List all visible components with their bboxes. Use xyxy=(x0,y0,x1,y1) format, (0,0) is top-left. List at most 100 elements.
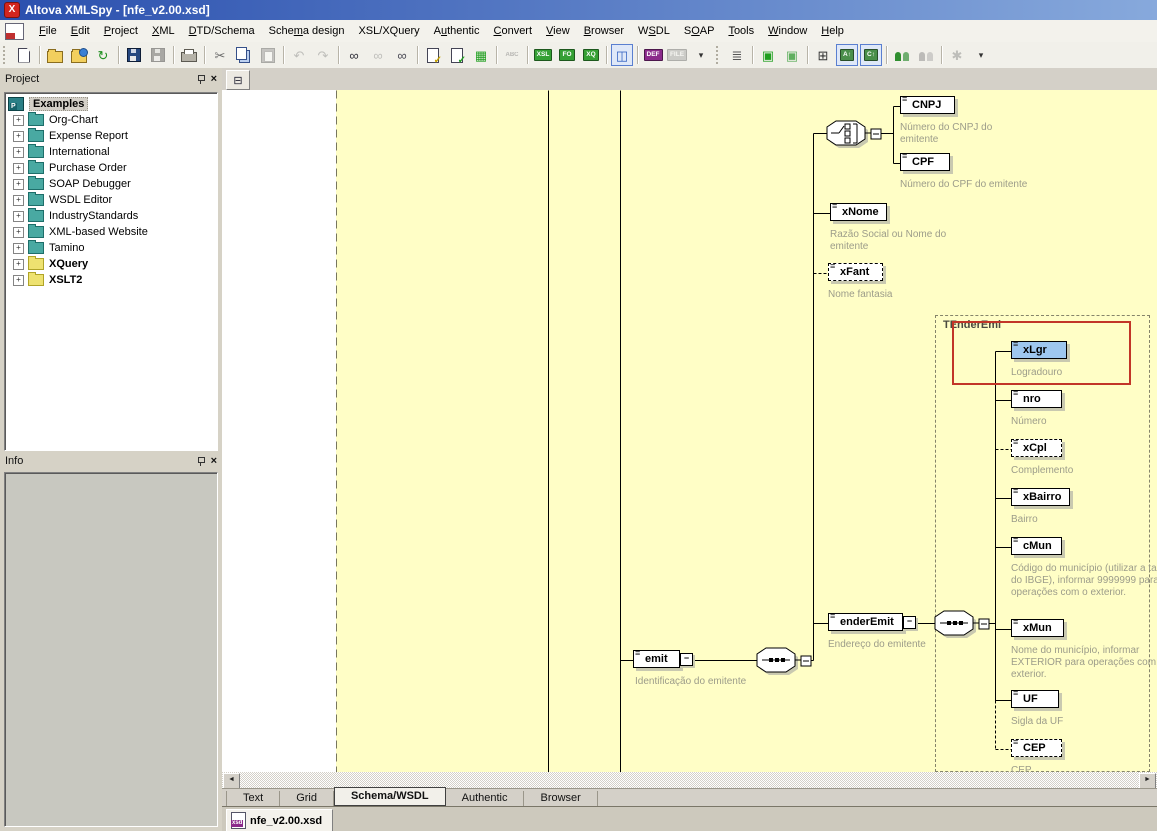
project-item-purchase-order[interactable]: +Purchase Order xyxy=(5,160,217,176)
schema-copy-diagram-button[interactable]: ▣ xyxy=(781,44,803,66)
project-root-examples[interactable]: Examples xyxy=(5,96,217,112)
expand-icon[interactable]: + xyxy=(13,259,24,270)
schema-element-emit[interactable]: emit− xyxy=(633,650,680,668)
project-item-international[interactable]: +International xyxy=(5,144,217,160)
expand-icon[interactable]: + xyxy=(13,211,24,222)
toolbar-overflow2-button[interactable]: ▾ xyxy=(970,44,992,66)
spelling-button[interactable]: ABC xyxy=(501,44,523,66)
menu-item-xml[interactable]: XML xyxy=(145,22,182,40)
collapse-button[interactable]: − xyxy=(903,616,916,629)
fo-transformation-button[interactable]: FO xyxy=(556,44,578,66)
cut-button[interactable]: ✂ xyxy=(209,44,231,66)
project-item-wsdl-editor[interactable]: +WSDL Editor xyxy=(5,192,217,208)
expand-icon[interactable]: + xyxy=(13,147,24,158)
schema-element-cMun[interactable]: cMun xyxy=(1011,537,1062,555)
validate-button[interactable] xyxy=(446,44,468,66)
expand-icon[interactable]: + xyxy=(13,115,24,126)
expand-icon[interactable]: + xyxy=(13,131,24,142)
close-icon[interactable]: × xyxy=(211,457,217,466)
pin-icon[interactable] xyxy=(197,457,206,466)
project-item-industrystandards[interactable]: +IndustryStandards xyxy=(5,208,217,224)
open-url-button[interactable] xyxy=(68,44,90,66)
menu-item-edit[interactable]: Edit xyxy=(64,22,97,40)
schema-element-CPF[interactable]: CPF xyxy=(900,153,950,171)
expand-icon[interactable]: + xyxy=(13,227,24,238)
find-next-button[interactable]: ∞ xyxy=(367,44,389,66)
expand-icon[interactable]: + xyxy=(13,179,24,190)
check-wellformed-button[interactable] xyxy=(422,44,444,66)
project-item-xml-based-website[interactable]: +XML-based Website xyxy=(5,224,217,240)
scripting-button[interactable]: ✱ xyxy=(946,44,968,66)
replace-button[interactable]: ∞ xyxy=(391,44,413,66)
paste-button[interactable] xyxy=(257,44,279,66)
menu-item-dtd-schema[interactable]: DTD/Schema xyxy=(182,22,262,40)
save-button[interactable] xyxy=(123,44,145,66)
remote-session-button[interactable] xyxy=(915,44,937,66)
close-icon[interactable]: × xyxy=(211,75,217,84)
schema-element-xLgr[interactable]: xLgr xyxy=(1011,341,1067,359)
schema-element-CEP[interactable]: CEP xyxy=(1011,739,1062,757)
new-document-button[interactable] xyxy=(13,44,35,66)
schema-element-xBairro[interactable]: xBairro xyxy=(1011,488,1070,506)
schema-element-CNPJ[interactable]: CNPJ xyxy=(900,96,955,114)
def-view-button[interactable]: DEF xyxy=(642,44,664,66)
choice-compositor[interactable] xyxy=(826,120,882,146)
menu-item-window[interactable]: Window xyxy=(761,22,814,40)
display-diagram-button[interactable]: ⊞ xyxy=(812,44,834,66)
redo-button[interactable]: ↷ xyxy=(312,44,334,66)
menu-item-xsl-xquery[interactable]: XSL/XQuery xyxy=(351,22,426,40)
assign-schema-button[interactable]: ▦ xyxy=(470,44,492,66)
collapse-button[interactable]: − xyxy=(680,653,693,666)
expand-icon[interactable]: + xyxy=(13,243,24,254)
document-tab[interactable]: nfe_v2.00.xsd xyxy=(226,809,333,831)
menu-item-wsdl[interactable]: WSDL xyxy=(631,22,677,40)
menu-item-view[interactable]: View xyxy=(539,22,577,40)
scroll-left-button[interactable]: ◄ xyxy=(223,773,240,789)
tab-schema-wsdl[interactable]: Schema/WSDL xyxy=(334,787,446,806)
tab-browser[interactable]: Browser xyxy=(524,791,597,806)
open-file-button[interactable] xyxy=(44,44,66,66)
menu-item-project[interactable]: Project xyxy=(97,22,145,40)
project-window-toggle-button[interactable]: ◫ xyxy=(611,44,633,66)
scroll-right-button[interactable]: ► xyxy=(1139,773,1156,789)
menu-item-authentic[interactable]: Authentic xyxy=(427,22,487,40)
expand-icon[interactable]: + xyxy=(13,195,24,206)
toolbar-overflow-button[interactable]: ▾ xyxy=(690,44,712,66)
content-model-toggle-button[interactable]: C↑ xyxy=(860,44,882,66)
undo-button[interactable]: ↶ xyxy=(288,44,310,66)
tab-authentic[interactable]: Authentic xyxy=(446,791,525,806)
menu-item-schema-design[interactable]: Schema design xyxy=(262,22,352,40)
schema-element-xNome[interactable]: xNome xyxy=(830,203,887,221)
expand-icon[interactable]: + xyxy=(13,163,24,174)
file-view-button[interactable]: FILE xyxy=(666,44,688,66)
menu-item-tools[interactable]: Tools xyxy=(721,22,761,40)
reload-file-button[interactable]: ↻ xyxy=(92,44,114,66)
tab-grid[interactable]: Grid xyxy=(280,791,334,806)
active-document-icon[interactable] xyxy=(5,23,24,40)
autocomplete-toggle-button[interactable]: A↑ xyxy=(836,44,858,66)
expand-icon[interactable]: + xyxy=(13,275,24,286)
project-item-soap-debugger[interactable]: +SOAP Debugger xyxy=(5,176,217,192)
shared-users-button[interactable] xyxy=(891,44,913,66)
pin-icon[interactable] xyxy=(197,75,206,84)
print-button[interactable] xyxy=(178,44,200,66)
schema-element-xMun[interactable]: xMun xyxy=(1011,619,1064,637)
project-item-expense-report[interactable]: +Expense Report xyxy=(5,128,217,144)
menu-item-soap[interactable]: SOAP xyxy=(677,22,722,40)
xquery-execution-button[interactable]: XQ xyxy=(580,44,602,66)
save-all-button[interactable] xyxy=(147,44,169,66)
display-all-globals-button[interactable]: ⊟ xyxy=(226,70,250,90)
menu-item-browser[interactable]: Browser xyxy=(577,22,631,40)
menu-item-convert[interactable]: Convert xyxy=(487,22,540,40)
schema-element-xFant[interactable]: xFant xyxy=(828,263,883,281)
project-item-xslt2[interactable]: +XSLT2 xyxy=(5,272,217,288)
schema-element-xCpl[interactable]: xCpl xyxy=(1011,439,1062,457)
find-button[interactable]: ∞ xyxy=(343,44,365,66)
sequence-compositor[interactable] xyxy=(934,610,990,636)
horizontal-scrollbar[interactable]: ◄ ► xyxy=(222,772,1157,788)
project-item-org-chart[interactable]: +Org-Chart xyxy=(5,112,217,128)
menu-item-file[interactable]: File xyxy=(32,22,64,40)
schema-element-UF[interactable]: UF xyxy=(1011,690,1059,708)
schema-element-nro[interactable]: nro xyxy=(1011,390,1062,408)
project-item-xquery[interactable]: +XQuery xyxy=(5,256,217,272)
